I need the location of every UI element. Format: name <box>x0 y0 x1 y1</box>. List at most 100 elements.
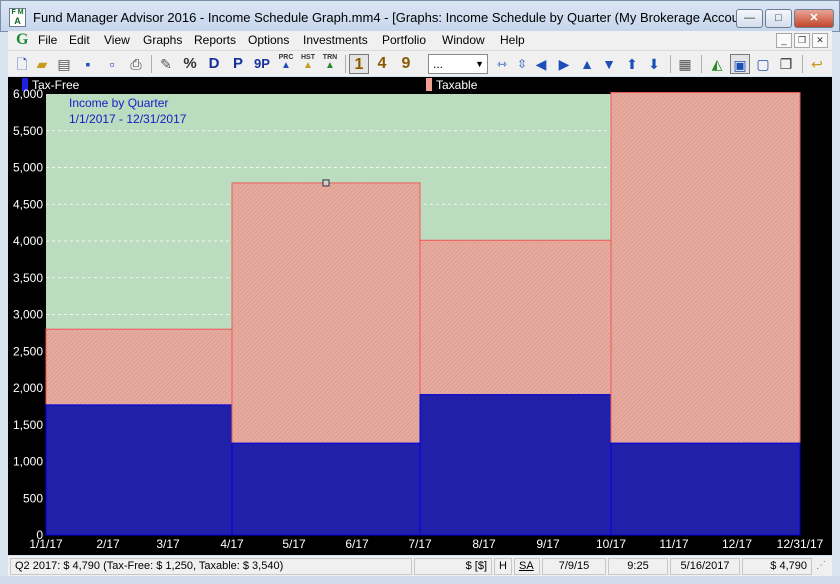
mdi-minimize-button[interactable]: _ <box>776 33 792 48</box>
percent-button[interactable]: % <box>180 54 200 74</box>
nine-p-button[interactable]: 9P <box>250 54 274 74</box>
toolbar: 🗋 ▰ ▤ ▪ ▫ ⎙ ✎ % D P 9P PRC ▲ HST ▲ TRN ▲ 1 … <box>8 50 832 76</box>
copy-icon[interactable]: ❐ <box>776 54 796 74</box>
p-button[interactable]: P <box>228 54 248 74</box>
menu-graphs[interactable]: Graphs <box>143 33 182 47</box>
open-folder-icon[interactable]: ▰ <box>32 54 52 74</box>
menu-investments[interactable]: Investments <box>303 33 368 47</box>
status-summary: Q2 2017: $ 4,790 (Tax-Free: $ 1,250, Tax… <box>10 558 412 575</box>
expand-vertical-icon[interactable]: ⇳ <box>512 54 532 74</box>
x-tick-label: 5/17 <box>282 537 306 551</box>
menu-reports[interactable]: Reports <box>194 33 236 47</box>
bar-tax-free <box>45 404 233 536</box>
arrow-left-icon[interactable]: ◀ <box>531 54 551 74</box>
toolbar-separator <box>802 55 803 73</box>
trn-button[interactable]: TRN ▲ <box>320 54 340 74</box>
chart-subtitle: 1/1/2017 - 12/31/2017 <box>69 112 187 126</box>
mdi-restore-button[interactable]: ❐ <box>794 33 810 48</box>
app-icon[interactable]: F M A <box>9 8 26 27</box>
status-h: H <box>494 558 512 575</box>
x-tick-label: 12/31/17 <box>777 537 824 551</box>
x-tick-label: 8/17 <box>472 537 496 551</box>
hst-button[interactable]: HST ▲ <box>298 54 318 74</box>
close-button[interactable]: ✕ <box>794 9 834 28</box>
arrow-down-alt-icon[interactable]: ⬇ <box>644 54 664 74</box>
minimize-button[interactable]: — <box>736 9 763 28</box>
menu-help[interactable]: Help <box>500 33 525 47</box>
status-date2: 5/16/2017 <box>670 558 740 575</box>
arrow-up-alt-icon[interactable]: ⬆ <box>622 54 642 74</box>
menu-options[interactable]: Options <box>248 33 289 47</box>
resize-grip-icon[interactable]: ⋰ <box>816 560 826 571</box>
maximize-button[interactable]: □ <box>765 9 792 28</box>
x-tick-label: 2/17 <box>96 537 120 551</box>
menu-edit[interactable]: Edit <box>69 33 90 47</box>
bar-taxable <box>231 182 421 444</box>
bar-tax-free <box>231 442 421 536</box>
period-combo-value: ... <box>433 57 444 71</box>
y-tick-label: 2,000 <box>13 381 43 395</box>
prc-button[interactable]: PRC ▲ <box>276 54 296 74</box>
y-tick-label: 5,000 <box>13 161 43 175</box>
up-arrow-icon: ▲ <box>281 60 291 71</box>
period-combo[interactable]: ... ▼ <box>428 54 488 74</box>
chevron-down-icon: ▼ <box>475 59 484 69</box>
x-tick-label: 10/17 <box>596 537 626 551</box>
menu-view[interactable]: View <box>104 33 130 47</box>
up-arrow-icon: ▲ <box>303 60 313 71</box>
toolbar-separator <box>345 55 346 73</box>
income-chart[interactable]: 6,000 5,500 5,000 4,500 4,000 3,500 3,000 2,500… <box>8 77 832 555</box>
arrow-up-icon[interactable]: ▲ <box>577 54 597 74</box>
exit-icon[interactable]: ↩ <box>807 54 827 74</box>
expand-horizontal-icon[interactable]: ⇿ <box>492 54 512 74</box>
menu-file[interactable]: File <box>38 33 57 47</box>
mdi-close-button[interactable]: ✕ <box>812 33 828 48</box>
bar-graph-icon[interactable]: ▣ <box>730 54 750 74</box>
bar-taxable <box>419 239 612 396</box>
grid-icon[interactable]: ▢ <box>753 54 773 74</box>
x-tick-label: 7/17 <box>408 537 432 551</box>
bar-taxable <box>610 92 801 444</box>
print-preview-icon[interactable]: ▤ <box>54 54 74 74</box>
status-sa[interactable]: SA <box>514 558 540 575</box>
y-tick-label: 6,000 <box>13 87 43 101</box>
menu-portfolio[interactable]: Portfolio <box>382 33 426 47</box>
y-tick-label: 2,500 <box>13 344 43 358</box>
x-tick-label: 9/17 <box>536 537 560 551</box>
arrow-down-icon[interactable]: ▼ <box>599 54 619 74</box>
new-file-icon[interactable]: 🗋 <box>12 54 32 74</box>
status-bar: Q2 2017: $ 4,790 (Tax-Free: $ 1,250, Tax… <box>8 556 832 576</box>
period-4-button[interactable]: 4 <box>372 54 392 74</box>
y-tick-label: 500 <box>23 491 43 505</box>
calculator-icon[interactable]: ▦ <box>675 54 695 74</box>
status-time: 9:25 <box>608 558 668 575</box>
period-9-button[interactable]: 9 <box>396 54 416 74</box>
chart-title: Income by Quarter <box>69 96 168 110</box>
edit-icon[interactable]: ✎ <box>156 54 176 74</box>
y-tick-label: 3,000 <box>13 308 43 322</box>
d-button[interactable]: D <box>204 54 224 74</box>
x-tick-label: 6/17 <box>345 537 369 551</box>
y-tick-label: 3,500 <box>13 271 43 285</box>
graph-window-icon[interactable]: G <box>16 31 28 49</box>
line-graph-icon[interactable]: ◭ <box>707 54 727 74</box>
y-tick-label: 1,500 <box>13 418 43 432</box>
selection-handle <box>322 179 330 187</box>
period-1-button[interactable]: 1 <box>349 54 369 74</box>
x-tick-label: 3/17 <box>156 537 180 551</box>
arrow-right-icon[interactable]: ▶ <box>554 54 574 74</box>
y-tick-label: 4,500 <box>13 197 43 211</box>
app-icon-text-bottom: A <box>14 16 21 26</box>
bar-tax-free <box>419 394 612 536</box>
y-tick-label: 5,500 <box>13 124 43 138</box>
graph-panel: Tax-Free Taxable 6,000 5,500 5,000 4,500 4,0… <box>8 77 832 555</box>
status-date1: 7/9/15 <box>542 558 606 575</box>
menu-window[interactable]: Window <box>442 33 485 47</box>
x-tick-label: 4/17 <box>220 537 244 551</box>
print-icon[interactable]: ⎙ <box>126 54 146 74</box>
save-icon[interactable]: ▪ <box>78 54 98 74</box>
save-all-icon[interactable]: ▫ <box>102 54 122 74</box>
status-total: $ 4,790 <box>742 558 812 575</box>
y-tick-label: 1,000 <box>13 455 43 469</box>
x-tick-label: 12/17 <box>722 537 752 551</box>
